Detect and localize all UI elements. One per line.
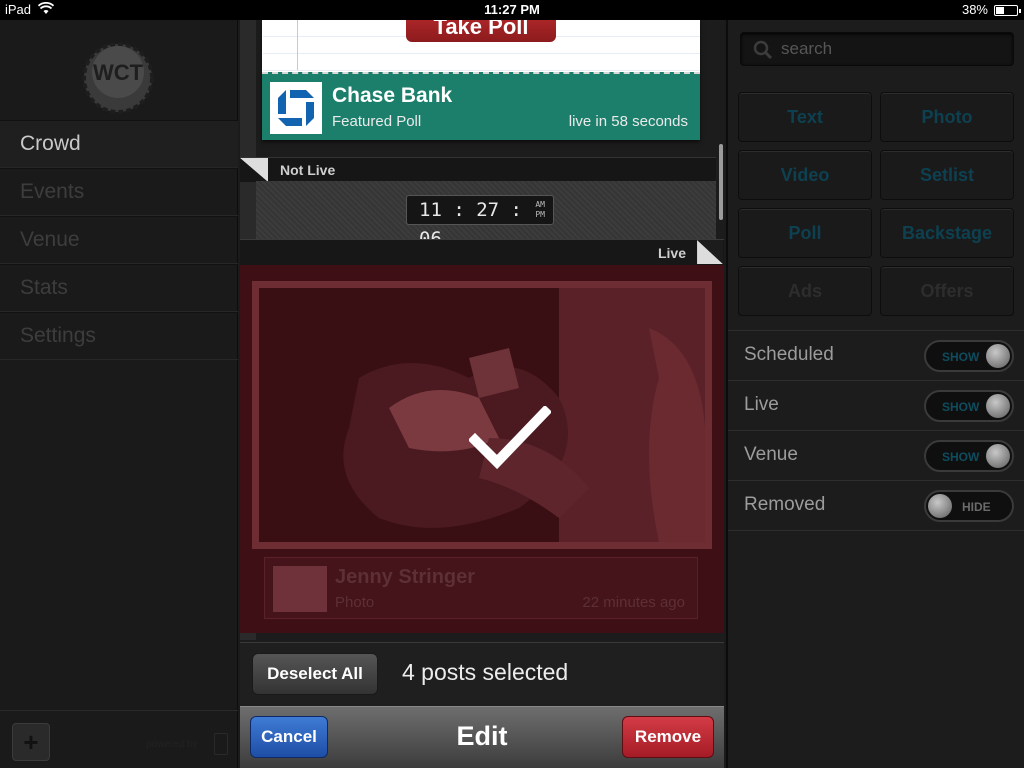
scheduled-toggle[interactable]: SHOW — [924, 340, 1014, 372]
live-header: Live — [240, 239, 724, 265]
selected-checkmark-icon — [469, 406, 551, 470]
photo-frame — [252, 281, 712, 549]
not-live-label: Not Live — [280, 162, 336, 178]
poll-card[interactable]: Take Poll Chase Bank Featured Poll live … — [262, 20, 700, 140]
sidebar-nav: Crowd Events Venue Stats Settings — [0, 120, 238, 360]
sidebar: WCT Crowd Events Venue Stats Settings + … — [0, 20, 238, 768]
toggle-label: Venue — [744, 444, 798, 465]
toggle-knob — [986, 394, 1010, 418]
avatar — [273, 566, 327, 612]
filter-video-button[interactable]: Video — [738, 150, 872, 200]
toggle-state: HIDE — [962, 500, 991, 514]
removed-toggle[interactable]: HIDE — [924, 490, 1014, 522]
search-input[interactable] — [781, 33, 1001, 65]
sponsor-subtitle: Featured Poll — [332, 113, 422, 130]
sidebar-item-stats[interactable]: Stats — [0, 264, 238, 312]
selected-count-label: 4 posts selected — [402, 659, 569, 685]
post-photo[interactable] — [259, 288, 705, 542]
sidebar-item-settings[interactable]: Settings — [0, 312, 238, 360]
brand-mini-icon — [214, 733, 228, 755]
filter-photo-button[interactable]: Photo — [880, 92, 1014, 142]
pm-label: PM — [535, 210, 545, 219]
filter-setlist-button[interactable]: Setlist — [880, 150, 1014, 200]
not-live-section: 11 : 27 : 06 AM PM — [256, 181, 716, 250]
battery-icon — [994, 5, 1021, 16]
toggle-row-venue: Venue SHOW — [728, 431, 1024, 481]
chase-logo-icon — [270, 82, 322, 134]
sponsor-name: Chase Bank — [332, 84, 453, 107]
toggle-state: SHOW — [942, 450, 980, 464]
status-bar: iPad 11:27 PM 38% — [0, 0, 1024, 20]
scroll-indicator[interactable] — [719, 144, 723, 220]
toggle-state: SHOW — [942, 350, 980, 364]
post-type: Photo — [335, 594, 375, 611]
filter-backstage-button[interactable]: Backstage — [880, 208, 1014, 258]
add-button[interactable]: + — [12, 723, 50, 761]
filter-panel: Text Photo Video Setlist Poll Backstage … — [726, 20, 1024, 768]
toggle-row-scheduled: Scheduled SHOW — [728, 331, 1024, 381]
sponsor-banner[interactable]: Chase Bank Featured Poll live in 58 seco… — [262, 72, 700, 140]
venue-toggle[interactable]: SHOW — [924, 440, 1014, 472]
toggle-knob — [986, 344, 1010, 368]
logo-text: WCT — [93, 60, 144, 85]
edit-toolbar: Cancel Edit Remove — [240, 706, 724, 768]
sidebar-item-crowd[interactable]: Crowd — [0, 120, 238, 168]
selection-toolbar: Deselect All 4 posts selected — [240, 642, 724, 708]
toggle-label: Scheduled — [744, 344, 834, 365]
toggle-knob — [928, 494, 952, 518]
app-root: iPad 11:27 PM 38% WCT Crowd Events Venue… — [0, 0, 1024, 768]
sidebar-footer: + powered by — [0, 710, 238, 768]
sidebar-item-venue[interactable]: Venue — [0, 216, 238, 264]
filter-offers-button[interactable]: Offers — [880, 266, 1014, 316]
post-meta: Jenny Stringer Photo 22 minutes ago — [264, 557, 698, 619]
am-pm-indicator: AM PM — [535, 200, 545, 220]
filter-ads-button[interactable]: Ads — [738, 266, 872, 316]
toggle-knob — [986, 444, 1010, 468]
poll-countdown: live in 58 seconds — [568, 113, 688, 130]
page-fold-icon — [240, 158, 268, 182]
live-post-selected[interactable]: Jenny Stringer Photo 22 minutes ago — [240, 265, 724, 633]
crowd-feed[interactable]: Take Poll Chase Bank Featured Poll live … — [240, 20, 724, 768]
battery-label: 38% — [961, 2, 988, 17]
clock-label: 11:27 PM — [484, 2, 540, 17]
toggle-row-live: Live SHOW — [728, 381, 1024, 431]
live-label: Live — [657, 245, 686, 261]
sidebar-item-events[interactable]: Events — [0, 168, 238, 216]
wct-logo: WCT — [80, 38, 156, 118]
toggle-label: Live — [744, 394, 779, 415]
search-icon — [753, 40, 773, 60]
search-box[interactable] — [740, 32, 1014, 66]
filter-poll-button[interactable]: Poll — [738, 208, 872, 258]
post-author: Jenny Stringer — [335, 566, 476, 588]
post-timestamp: 22 minutes ago — [582, 594, 685, 611]
am-label: AM — [535, 200, 545, 209]
live-toggle[interactable]: SHOW — [924, 390, 1014, 422]
toggle-row-removed: Removed HIDE — [728, 481, 1024, 531]
not-live-header: Not Live — [240, 157, 716, 182]
take-poll-button[interactable]: Take Poll — [406, 20, 556, 42]
schedule-clock[interactable]: 11 : 27 : 06 AM PM — [406, 195, 554, 250]
powered-by-label: powered by — [146, 739, 198, 750]
filter-text-button[interactable]: Text — [738, 92, 872, 142]
toggle-state: SHOW — [942, 400, 980, 414]
toggle-label: Removed — [744, 494, 826, 515]
battery-fill — [996, 7, 1005, 14]
page-fold-icon — [697, 240, 723, 264]
remove-button[interactable]: Remove — [622, 716, 714, 758]
paper-margin-line — [297, 20, 298, 70]
deselect-all-button[interactable]: Deselect All — [252, 653, 378, 695]
